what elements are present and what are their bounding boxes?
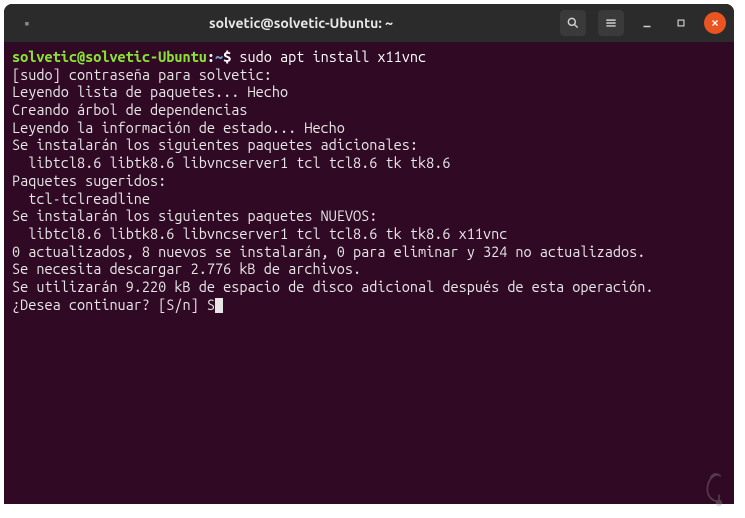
prompt-separator: : xyxy=(207,48,215,65)
window-title: solvetic@solvetic-Ubuntu: ~ xyxy=(42,15,560,31)
hamburger-icon xyxy=(604,16,618,30)
titlebar-left: ▪ xyxy=(12,15,42,31)
minimize-button[interactable] xyxy=(636,12,658,34)
watermark-icon xyxy=(699,468,739,512)
terminal-window: ▪ solvetic@solvetic-Ubuntu: ~ solvetic@s… xyxy=(4,4,734,504)
output-line: Se instalarán los siguientes paquetes NU… xyxy=(12,207,377,224)
prompt-path: ~ xyxy=(215,48,223,65)
close-button[interactable] xyxy=(704,12,726,34)
titlebar-controls xyxy=(560,10,726,36)
search-button[interactable] xyxy=(560,10,586,36)
output-line: ¿Desea continuar? [S/n] S xyxy=(12,296,215,313)
close-icon xyxy=(710,18,720,28)
output-line: [sudo] contraseña para solvetic: xyxy=(12,66,272,83)
output-line: libtcl8.6 libtk8.6 libvncserver1 tcl tcl… xyxy=(12,154,451,171)
output-line: Leyendo lista de paquetes... Hecho xyxy=(12,83,288,100)
output-line: tcl-tclreadline xyxy=(12,190,150,207)
prompt-userhost: solvetic@solvetic-Ubuntu xyxy=(12,48,207,65)
terminal-body[interactable]: solvetic@solvetic-Ubuntu:~$ sudo apt ins… xyxy=(4,42,734,504)
minimize-icon xyxy=(640,16,654,30)
maximize-icon xyxy=(674,16,688,30)
command-text: sudo apt install x11vnc xyxy=(239,48,426,65)
app-indicator-icon: ▪ xyxy=(25,15,30,31)
search-icon xyxy=(566,16,580,30)
maximize-button[interactable] xyxy=(670,12,692,34)
output-line: Se utilizarán 9.220 kB de espacio de dis… xyxy=(12,278,653,295)
output-line: Paquetes sugeridos: xyxy=(12,172,166,189)
prompt-dollar: $ xyxy=(223,48,231,65)
terminal-cursor xyxy=(215,298,223,313)
output-line: Leyendo la información de estado... Hech… xyxy=(12,119,345,136)
output-line: libtcl8.6 libtk8.6 libvncserver1 tcl tcl… xyxy=(12,225,507,242)
output-line: Se necesita descargar 2.776 kB de archiv… xyxy=(12,260,361,277)
output-line: Creando árbol de dependencias xyxy=(12,101,247,118)
titlebar: ▪ solvetic@solvetic-Ubuntu: ~ xyxy=(4,4,734,42)
output-line: 0 actualizados, 8 nuevos se instalarán, … xyxy=(12,243,645,260)
menu-button[interactable] xyxy=(598,10,624,36)
output-line: Se instalarán los siguientes paquetes ad… xyxy=(12,136,418,153)
